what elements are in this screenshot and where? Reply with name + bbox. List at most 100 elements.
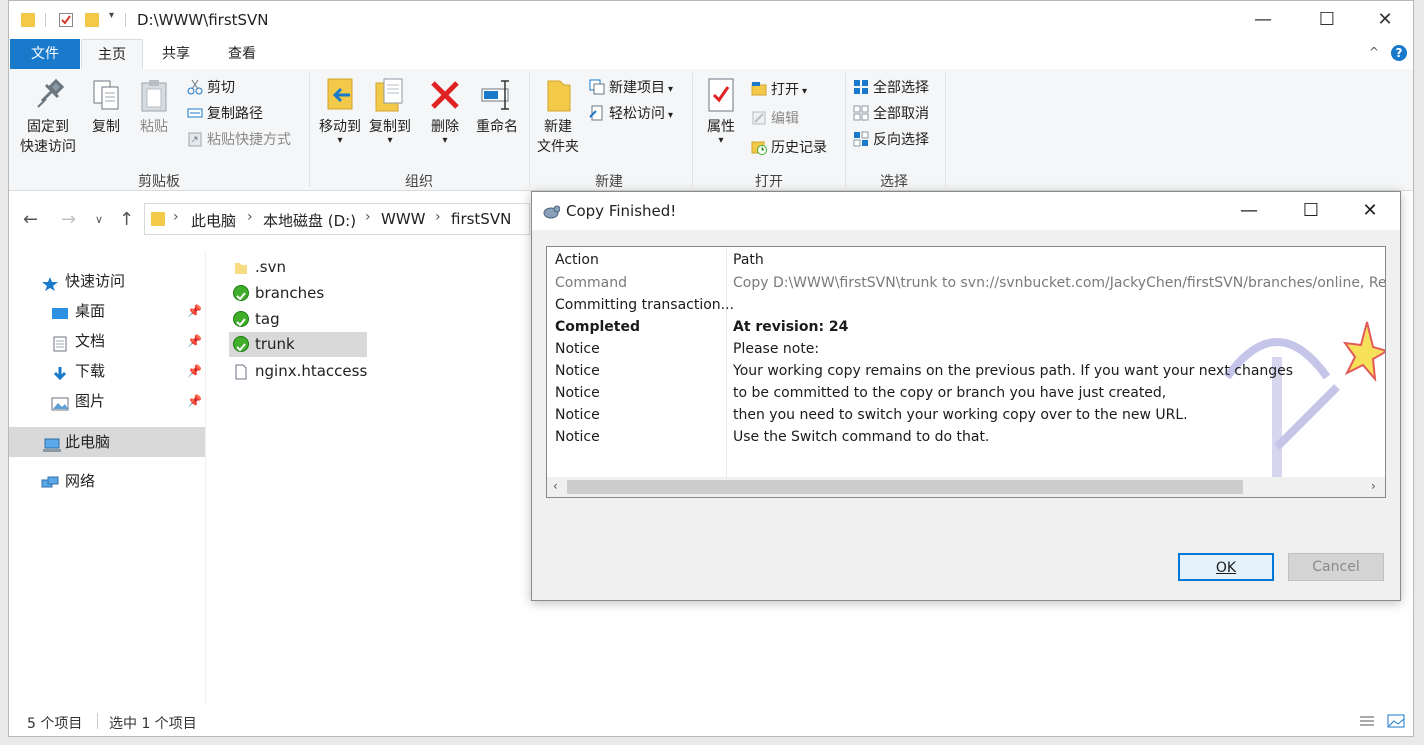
sidebar-item-pictures[interactable]: 图片 📌 <box>9 387 205 415</box>
breadcrumb-www[interactable]: WWW <box>381 210 426 228</box>
tab-view[interactable]: 查看 <box>213 39 271 69</box>
minimize-button[interactable]: — <box>1239 5 1287 35</box>
forward-arrow-icon[interactable]: → <box>61 209 76 230</box>
list-row[interactable]: Notice then you need to switch your work… <box>547 404 1385 426</box>
chevron-right-icon[interactable]: › <box>365 209 371 225</box>
copy-to-button[interactable]: 复制到 ▾ <box>365 77 415 146</box>
pin-icon[interactable]: 📌 <box>187 297 202 325</box>
customize-quick-access-icon[interactable]: ▾ <box>109 10 114 21</box>
close-button[interactable]: ✕ <box>1361 5 1409 35</box>
dialog-close-button[interactable]: ✕ <box>1347 196 1393 226</box>
file-item-branches[interactable]: branches <box>229 281 367 305</box>
file-item-nginx-htaccess[interactable]: nginx.htaccess <box>229 359 367 383</box>
open-label: 打开 <box>771 82 799 98</box>
scroll-left-icon[interactable]: ‹ <box>553 479 558 493</box>
dialog-minimize-button[interactable]: — <box>1226 196 1272 226</box>
svn-normal-icon <box>233 311 249 327</box>
pin-to-quick-access-button[interactable]: 固定到 快速访问 <box>15 77 81 157</box>
list-row[interactable]: Committing transaction... <box>547 294 1385 316</box>
dropdown-arrow-icon: ▾ <box>802 86 808 97</box>
file-icon <box>233 363 249 380</box>
chevron-right-icon[interactable]: › <box>435 209 441 225</box>
invert-selection-button[interactable]: 反向选择 <box>853 129 929 151</box>
sidebar-item-this-pc[interactable]: 此电脑 <box>9 427 205 457</box>
file-name: trunk <box>255 335 295 353</box>
list-row[interactable]: Notice Please note: <box>547 338 1385 360</box>
column-header-path[interactable]: Path <box>733 249 764 271</box>
sidebar-item-label: 下载 <box>75 362 106 380</box>
select-all-button[interactable]: 全部选择 <box>853 77 929 99</box>
pin-icon[interactable]: 📌 <box>187 327 202 355</box>
paste-shortcut-button[interactable]: 粘贴快捷方式 <box>187 129 291 151</box>
pin-icon[interactable]: 📌 <box>187 357 202 385</box>
results-list[interactable]: Action Path Command Copy D:\WWW\firstSVN… <box>546 246 1386 498</box>
copy-path-button[interactable]: 复制路径 <box>187 103 263 125</box>
column-header-action[interactable]: Action <box>555 249 599 271</box>
details-view-icon[interactable] <box>1359 715 1375 733</box>
sidebar-item-desktop[interactable]: 桌面 📌 <box>9 297 205 325</box>
download-icon <box>51 363 69 381</box>
sidebar-item-documents[interactable]: 文档 📌 <box>9 327 205 355</box>
list-row[interactable]: Notice Use the Switch command to do that… <box>547 426 1385 448</box>
file-item-svn[interactable]: .svn <box>229 255 367 279</box>
help-icon[interactable]: ? <box>1391 45 1407 61</box>
large-icons-view-icon[interactable] <box>1387 713 1405 733</box>
history-button[interactable]: 历史记录 <box>751 137 827 159</box>
new-item-button[interactable]: 新建项目 ▾ <box>589 77 673 99</box>
row-action: Notice <box>555 385 600 401</box>
new-folder-button[interactable]: 新建 文件夹 <box>533 77 583 157</box>
file-item-trunk[interactable]: trunk <box>229 332 367 357</box>
breadcrumb-firstsvn[interactable]: firstSVN <box>451 210 511 228</box>
copy-button[interactable]: 复制 <box>87 77 125 137</box>
collapse-ribbon-icon[interactable]: ^ <box>1369 45 1379 59</box>
paste-shortcut-icon <box>187 131 203 147</box>
cancel-button[interactable]: Cancel <box>1288 553 1384 581</box>
easy-access-button[interactable]: 轻松访问 ▾ <box>589 103 673 125</box>
chevron-right-icon[interactable]: › <box>247 209 253 225</box>
paste-button[interactable]: 粘贴 <box>135 77 173 137</box>
new-item-label: 新建项目 <box>609 80 665 96</box>
scroll-right-icon[interactable]: › <box>1371 479 1376 493</box>
navigation-pane: 快速访问 桌面 📌 文档 📌 下载 📌 图片 📌 此电脑 网络 <box>9 263 205 713</box>
sidebar-item-quick-access[interactable]: 快速访问 <box>9 267 205 295</box>
sidebar-item-network[interactable]: 网络 <box>9 467 205 495</box>
list-row[interactable]: Notice to be committed to the copy or br… <box>547 382 1385 404</box>
delete-button[interactable]: 删除 ▾ <box>425 77 465 146</box>
cut-button[interactable]: 剪切 <box>187 77 235 99</box>
sidebar-item-label: 此电脑 <box>65 433 111 451</box>
horizontal-scrollbar[interactable]: ‹ › <box>547 477 1385 497</box>
new-folder-quick-icon[interactable] <box>85 13 99 27</box>
sidebar-item-downloads[interactable]: 下载 📌 <box>9 357 205 385</box>
scrollbar-thumb[interactable] <box>567 480 1243 494</box>
group-label-open: 打开 <box>755 174 783 190</box>
up-arrow-icon[interactable]: ↑ <box>119 209 134 230</box>
row-action: Completed <box>555 319 641 335</box>
properties-quick-icon[interactable] <box>59 13 73 27</box>
breadcrumb-local-disk[interactable]: 本地磁盘 (D:) <box>263 210 356 231</box>
breadcrumb-this-pc[interactable]: 此电脑 <box>191 210 236 231</box>
edit-button[interactable]: 编辑 <box>751 108 799 130</box>
back-arrow-icon[interactable]: ← <box>23 209 38 230</box>
tab-home[interactable]: 主页 <box>81 39 143 70</box>
rename-button[interactable]: 重命名 <box>471 77 523 137</box>
dialog-maximize-button[interactable]: ☐ <box>1288 196 1334 226</box>
properties-button[interactable]: 属性 ▾ <box>699 77 743 146</box>
file-item-tag[interactable]: tag <box>229 307 367 331</box>
open-button[interactable]: 打开 ▾ <box>751 79 807 101</box>
maximize-button[interactable]: ☐ <box>1303 5 1351 35</box>
tab-share[interactable]: 共享 <box>147 39 205 69</box>
network-icon <box>41 473 59 489</box>
list-row[interactable]: Completed At revision: 24 <box>547 316 1385 338</box>
tab-file[interactable]: 文件 <box>10 39 80 69</box>
ok-button[interactable]: OK <box>1178 553 1274 581</box>
chevron-right-icon[interactable]: › <box>173 209 179 225</box>
move-to-button[interactable]: 移动到 ▾ <box>315 77 365 146</box>
select-none-button[interactable]: 全部取消 <box>853 103 929 125</box>
ribbon-tabs: 文件 主页 共享 查看 ^ ? <box>9 39 1413 70</box>
pin-icon[interactable]: 📌 <box>187 387 202 415</box>
recent-locations-icon[interactable]: ∨ <box>95 213 103 226</box>
divider <box>529 73 530 187</box>
list-row[interactable]: Command Copy D:\WWW\firstSVN\trunk to sv… <box>547 272 1385 294</box>
address-bar[interactable]: › 此电脑 › 本地磁盘 (D:) › WWW › firstSVN <box>144 203 530 235</box>
list-row[interactable]: Notice Your working copy remains on the … <box>547 360 1385 382</box>
